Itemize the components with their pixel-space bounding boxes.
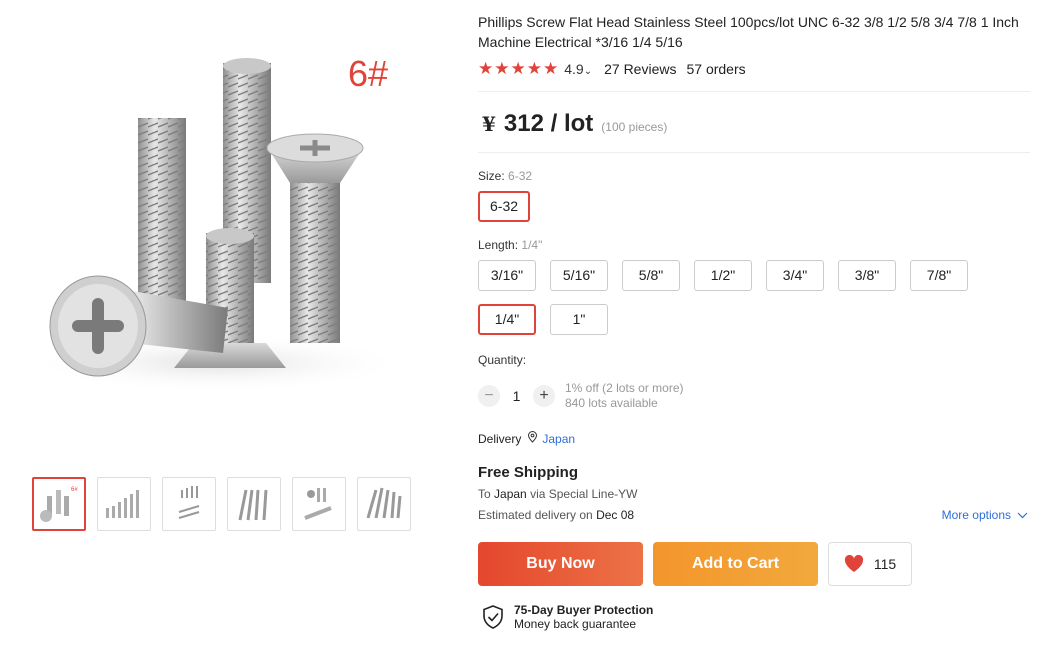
quantity-discount: 1% off (2 lots or more): [565, 381, 684, 395]
size-label: Size: 6-32: [478, 169, 533, 183]
thumbnail-6[interactable]: [357, 477, 411, 531]
quantity-label: Quantity:: [478, 353, 527, 367]
star-icon: ★: [478, 59, 494, 78]
quantity-stepper: − 1 + 1% off (2 lots or more) 840 lots a…: [478, 381, 1030, 411]
thumbnail-2[interactable]: [97, 477, 151, 531]
length-option[interactable]: 5/16": [550, 260, 608, 291]
thumbnail-4[interactable]: [227, 477, 281, 531]
size-selected: 6-32: [508, 169, 533, 183]
shipping-title: Free Shipping: [478, 464, 579, 481]
buyer-protection[interactable]: 75-Day Buyer Protection Money back guara…: [478, 603, 1030, 631]
thumbnail-1[interactable]: 6#: [32, 477, 86, 531]
star-icon: ★: [543, 59, 559, 78]
quantity-minus-button[interactable]: −: [478, 385, 500, 407]
rating-value[interactable]: 4.9⌄: [564, 61, 592, 77]
wishlist-count: 115: [873, 556, 897, 572]
svg-text:6#: 6#: [71, 487, 78, 493]
length-option[interactable]: 5/8": [622, 260, 680, 291]
length-options: 3/16" 5/16" 5/8" 1/2" 3/4" 3/8" 7/8" 1/4…: [478, 260, 1008, 335]
thumbnail-strip: 6#: [32, 477, 411, 531]
action-buttons: Buy Now Add to Cart 115: [478, 542, 1030, 586]
product-title: Phillips Screw Flat Head Stainless Steel…: [478, 14, 1019, 50]
quantity-info: 1% off (2 lots or more) 840 lots availab…: [565, 381, 684, 411]
quantity-input[interactable]: 1: [500, 388, 533, 404]
delivery-row: Delivery Japan: [478, 431, 1030, 446]
protection-title: 75-Day Buyer Protection: [514, 603, 654, 617]
delivery-country-link[interactable]: Japan: [542, 432, 575, 446]
currency-symbol: ¥: [482, 112, 496, 136]
length-option[interactable]: 3/16": [478, 260, 536, 291]
product-detail-panel: Phillips Screw Flat Head Stainless Steel…: [478, 12, 1030, 631]
more-options-link[interactable]: More options: [942, 508, 1028, 522]
length-option[interactable]: 3/4": [766, 260, 824, 291]
shipping-estimate-row: Estimated delivery on Dec 08 More option…: [478, 508, 1030, 522]
length-option[interactable]: 1/2": [694, 260, 752, 291]
length-option[interactable]: 7/8": [910, 260, 968, 291]
star-icon: ★: [526, 59, 542, 78]
length-option[interactable]: 1/4": [478, 304, 536, 335]
price-note: (100 pieces): [601, 120, 668, 134]
price-amount: 312 / lot: [503, 110, 594, 137]
star-icon: ★: [510, 59, 526, 78]
price-row: ¥ 312 / lot (100 pieces): [478, 92, 1030, 153]
size-badge: 6#: [348, 53, 388, 94]
quantity-plus-button[interactable]: +: [533, 385, 555, 407]
chevron-down-icon: [1017, 512, 1028, 518]
quantity-available: 840 lots available: [565, 396, 658, 410]
rating-row: ★ ★ ★ ★ ★ 4.9⌄ 27 Reviews 57 orders: [478, 59, 1030, 92]
size-option[interactable]: 6-32: [478, 191, 531, 222]
heart-icon: [844, 555, 863, 572]
length-option[interactable]: 3/8": [838, 260, 896, 291]
chevron-down-icon: ⌄: [583, 66, 593, 77]
protection-subtitle: Money back guarantee: [514, 617, 637, 631]
delivery-label: Delivery: [478, 431, 522, 446]
wishlist-button[interactable]: 115: [828, 542, 912, 586]
shipping-estimate: Estimated delivery on Dec 08: [478, 508, 635, 522]
reviews-link[interactable]: 27 Reviews: [604, 61, 676, 77]
product-main-image[interactable]: 6#: [18, 8, 418, 428]
buy-now-button[interactable]: Buy Now: [478, 542, 643, 586]
star-icon: ★: [494, 59, 510, 78]
length-option[interactable]: 1": [550, 304, 608, 335]
length-label: Length: 1/4": [478, 238, 543, 252]
size-options: 6-32: [478, 191, 1030, 222]
thumbnail-5[interactable]: [292, 477, 346, 531]
rating-stars: ★ ★ ★ ★ ★: [478, 59, 559, 78]
location-pin-icon: [527, 431, 538, 446]
length-selected: 1/4": [521, 238, 543, 252]
add-to-cart-button[interactable]: Add to Cart: [653, 542, 818, 586]
shield-check-icon: [483, 605, 503, 629]
shipping-route: To Japan via Special Line-YW: [478, 487, 638, 501]
orders-count: 57 orders: [686, 61, 746, 77]
thumbnail-3[interactable]: [162, 477, 216, 531]
screws-photo: 6#: [28, 53, 408, 393]
